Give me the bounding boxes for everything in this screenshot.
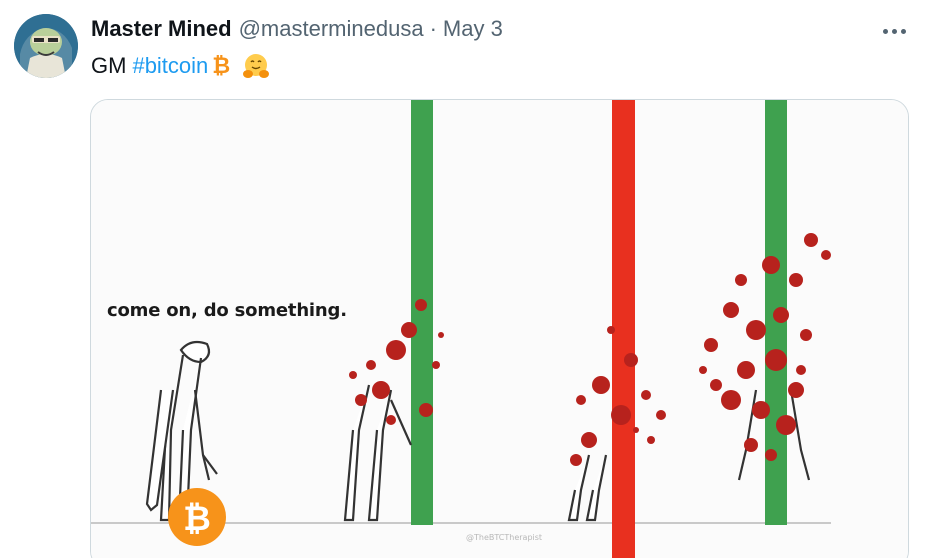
green-candle [411,100,433,525]
watermark-text: @TheBTCTherapist [466,533,543,542]
tweet-header: Master Mined @masterminedusa · May 3 [91,16,503,42]
more-dot [882,28,888,34]
user-handle[interactable]: @masterminedusa [239,16,424,42]
tweet-text-prefix: GM [91,53,127,78]
avatar[interactable] [14,14,78,78]
red-candle [612,100,635,558]
avatar-image [14,14,78,78]
hashtag-link[interactable]: #bitcoin [132,53,208,79]
bitcoin-coin-icon: ₿ [168,488,226,546]
bitcoin-icon: ₿ [212,53,231,78]
display-name[interactable]: Master Mined [91,16,232,42]
more-dot [891,28,897,34]
more-dot [900,28,906,34]
separator-dot: · [429,16,437,41]
hugging-face-icon [243,54,270,78]
meme-illustration: ₿ [91,100,908,558]
tweet-text: GM #bitcoin ₿ [91,52,270,80]
meme-caption: come on, do something. [107,300,347,321]
more-icon[interactable] [874,16,914,46]
svg-text:₿: ₿ [183,499,211,539]
tweet-date[interactable]: May 3 [443,16,503,42]
tweet-media-image[interactable]: ₿ come on, do something. @TheBTCTherapis… [90,99,909,558]
